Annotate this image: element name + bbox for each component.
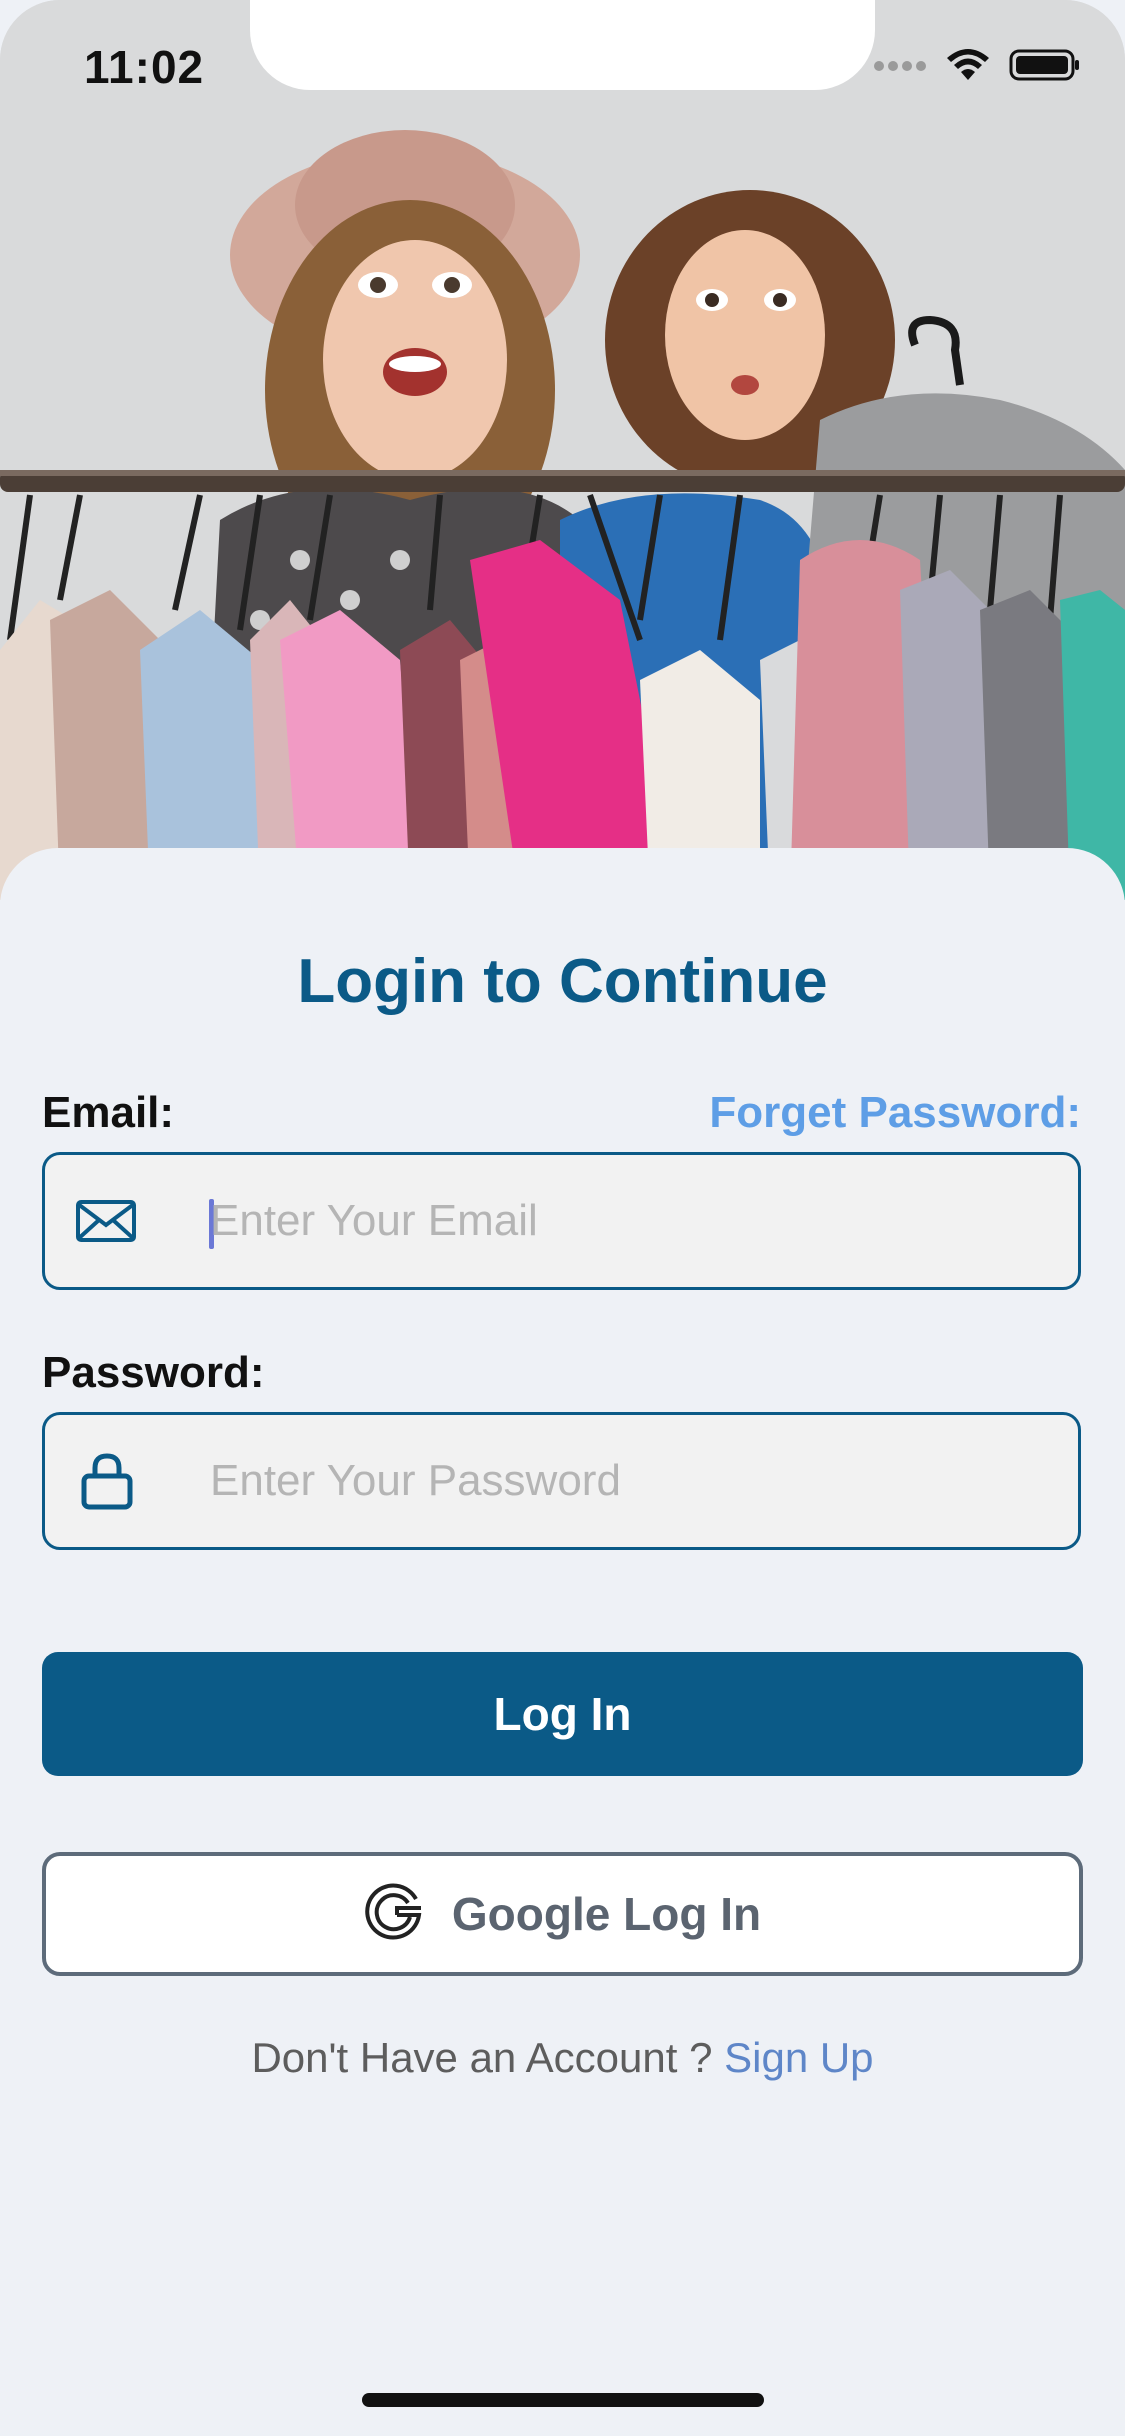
hero-image bbox=[0, 0, 1125, 900]
mail-icon bbox=[75, 1155, 137, 1287]
signup-link[interactable]: Sign Up bbox=[724, 2034, 873, 2081]
login-card: Login to Continue Email: Forget Password… bbox=[0, 848, 1125, 2436]
password-field[interactable] bbox=[42, 1412, 1081, 1550]
status-bar: 11:02 bbox=[0, 0, 1125, 130]
signup-prompt: Don't Have an Account ? bbox=[251, 2034, 725, 2081]
lock-icon bbox=[81, 1415, 133, 1547]
email-label: Email: bbox=[42, 1088, 175, 1137]
forgot-password-link[interactable]: Forget Password: bbox=[709, 1088, 1081, 1138]
battery-icon bbox=[1009, 48, 1081, 87]
email-field[interactable] bbox=[42, 1152, 1081, 1290]
status-time: 11:02 bbox=[84, 41, 205, 93]
password-label: Password: bbox=[42, 1348, 265, 1397]
google-login-label: Google Log In bbox=[451, 1888, 762, 1940]
google-login-button[interactable]: Google Log In bbox=[42, 1852, 1083, 1976]
login-button[interactable]: Log In bbox=[42, 1652, 1083, 1776]
signup-row: Don't Have an Account ? Sign Up bbox=[0, 2034, 1125, 2082]
status-icons bbox=[873, 48, 1081, 87]
email-input[interactable] bbox=[210, 1155, 1050, 1287]
home-indicator[interactable] bbox=[362, 2393, 764, 2407]
hero-photo bbox=[0, 0, 1125, 900]
page-title: Login to Continue bbox=[297, 947, 828, 1016]
login-screen: 11:02 Login to Continue Email: Forget Pa… bbox=[0, 0, 1125, 2436]
wifi-icon bbox=[945, 48, 991, 87]
signal-dots-icon bbox=[873, 59, 927, 77]
google-icon bbox=[364, 1881, 426, 1948]
password-input[interactable] bbox=[210, 1415, 1050, 1547]
notch bbox=[250, 0, 875, 90]
